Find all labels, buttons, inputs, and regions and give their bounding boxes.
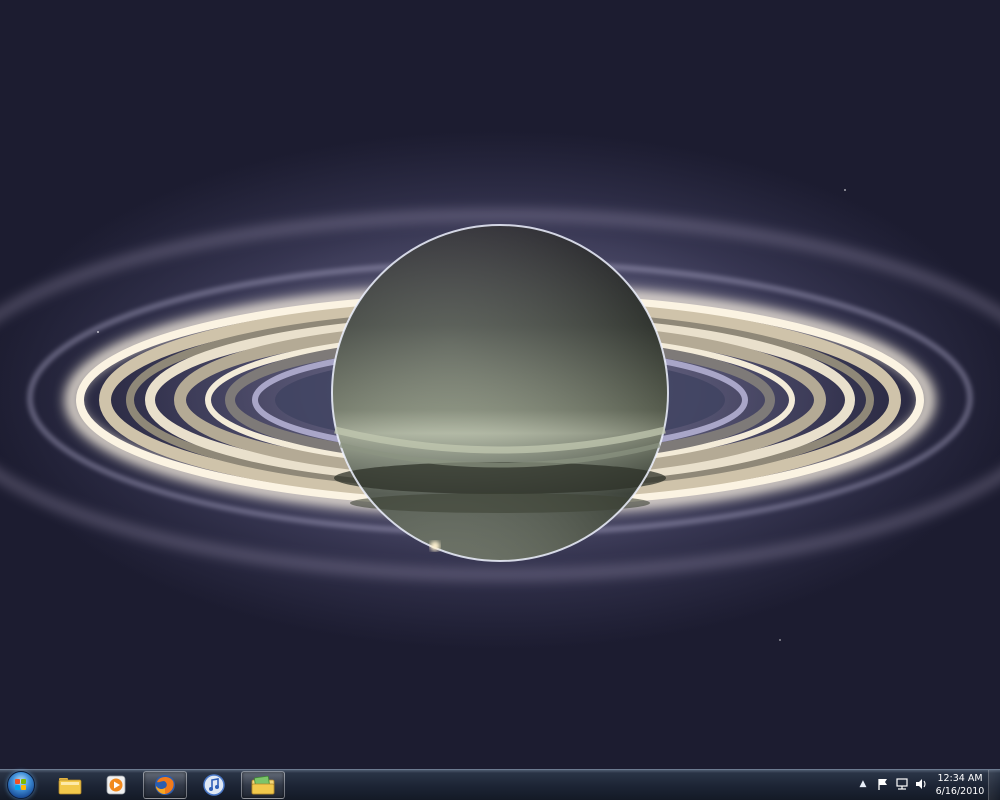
folder-icon bbox=[58, 778, 82, 795]
firefox-icon bbox=[155, 775, 175, 795]
show-hidden-icons-chevron[interactable]: ▲ bbox=[856, 777, 870, 791]
windows-orb-icon bbox=[7, 771, 35, 799]
taskbar-app-itunes[interactable] bbox=[192, 771, 236, 799]
taskbar-app-messenger[interactable] bbox=[241, 771, 285, 799]
show-desktop-button[interactable] bbox=[988, 770, 1000, 800]
clock-date: 6/16/2010 bbox=[935, 786, 985, 797]
star bbox=[779, 639, 781, 641]
messenger-icon bbox=[251, 775, 275, 795]
saturn-wallpaper bbox=[0, 130, 1000, 650]
bright-spot bbox=[430, 541, 440, 551]
taskbar: ▲ 12:34 AM 6/16/2010 bbox=[0, 769, 1000, 800]
taskbar-app-media-player[interactable] bbox=[94, 771, 138, 799]
volume-icon[interactable] bbox=[914, 777, 928, 791]
saturn-planet bbox=[331, 224, 669, 562]
media-player-icon bbox=[106, 775, 126, 795]
network-icon[interactable] bbox=[895, 777, 909, 791]
itunes-icon bbox=[203, 774, 225, 796]
star bbox=[97, 331, 99, 333]
star bbox=[844, 189, 846, 191]
desktop bbox=[0, 0, 1000, 769]
clock-time: 12:34 AM bbox=[937, 773, 983, 784]
taskbar-app-explorer[interactable] bbox=[48, 771, 92, 799]
taskbar-app-firefox[interactable] bbox=[143, 771, 187, 799]
clock[interactable]: 12:34 AM 6/16/2010 bbox=[930, 772, 990, 798]
action-center-flag-icon[interactable] bbox=[876, 777, 890, 791]
start-button[interactable] bbox=[2, 771, 40, 799]
